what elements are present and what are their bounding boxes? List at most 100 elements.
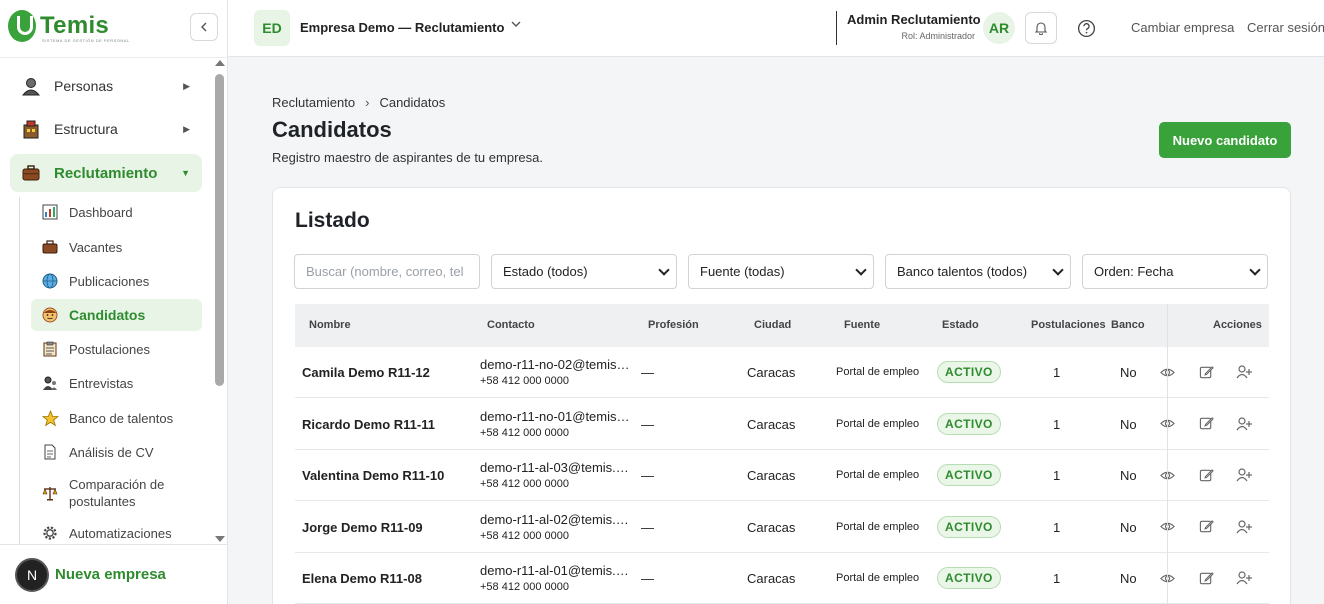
candidate-city: Caracas — [747, 416, 796, 432]
sidebar-item-label: Personas — [54, 78, 114, 94]
logout-link[interactable]: Cerrar sesión — [1247, 20, 1324, 35]
table-row[interactable]: Jorge Demo R11-09 demo-r11-al-02@temis.de… — [295, 502, 1269, 553]
sidebar-sub-entrevistas[interactable]: Entrevistas — [31, 367, 202, 399]
candidate-name[interactable]: Valentina Demo R11-10 — [302, 468, 444, 483]
column-header-nombre[interactable]: Nombre — [309, 319, 351, 331]
person-icon — [20, 75, 42, 97]
caret-right-icon: ▶ — [183, 123, 190, 134]
talent-bank-filter-select[interactable]: Banco talentos (todos) — [885, 254, 1071, 289]
candidate-city: Caracas — [747, 519, 796, 535]
company-badge[interactable]: ED — [254, 10, 290, 46]
breadcrumb: Reclutamiento › Candidatos — [272, 95, 445, 110]
briefcase-icon — [41, 238, 59, 256]
scroll-down-icon[interactable] — [215, 536, 225, 542]
bell-icon — [1034, 22, 1048, 35]
sidebar-sub-publicaciones[interactable]: Publicaciones — [31, 265, 202, 297]
search-input[interactable]: Buscar (nombre, correo, tel — [294, 254, 480, 289]
scrollbar-thumb[interactable] — [215, 74, 224, 386]
add-to-talent-bank-icon[interactable] — [1236, 570, 1252, 586]
edit-icon[interactable] — [1198, 467, 1214, 483]
briefcase-icon — [20, 162, 42, 184]
interview-icon — [41, 374, 59, 392]
edit-icon[interactable] — [1198, 570, 1214, 586]
candidate-source: Portal de empleo — [836, 469, 920, 481]
sidebar-footer: N Nueva empresa — [0, 544, 228, 604]
sidebar-item-estructura[interactable]: Estructura ▶ — [10, 110, 202, 148]
chevron-down-icon[interactable] — [510, 18, 522, 33]
sidebar-scrollbar[interactable] — [214, 60, 226, 542]
avatar[interactable]: N — [15, 557, 49, 592]
candidate-name[interactable]: Jorge Demo R11-09 — [302, 520, 423, 535]
column-header-banco[interactable]: Banco — [1111, 319, 1145, 331]
clipboard-icon — [41, 340, 59, 358]
help-circle-icon — [1077, 19, 1095, 37]
add-to-talent-bank-icon[interactable] — [1236, 416, 1252, 432]
gear-icon — [41, 524, 59, 542]
column-header-contacto[interactable]: Contacto — [487, 319, 535, 331]
notifications-button[interactable] — [1025, 12, 1057, 44]
new-candidate-button[interactable]: Nuevo candidato — [1159, 122, 1291, 158]
sidebar-item-personas[interactable]: Personas ▶ — [10, 67, 202, 105]
column-header-fuente[interactable]: Fuente — [844, 319, 880, 331]
page-title: Candidatos — [272, 117, 392, 142]
scale-icon — [41, 484, 59, 502]
order-select[interactable]: Orden: Fecha — [1082, 254, 1268, 289]
chevron-down-icon — [1052, 264, 1064, 276]
candidate-phone: +58 412 000 0000 — [480, 426, 570, 439]
top-header: ED Empresa Demo — Reclutamiento Admin Re… — [228, 0, 1324, 57]
add-to-talent-bank-icon[interactable] — [1236, 519, 1252, 535]
edit-icon[interactable] — [1198, 519, 1214, 535]
column-header-ciudad[interactable]: Ciudad — [754, 319, 791, 331]
user-avatar[interactable]: AR — [983, 12, 1015, 44]
sidebar-sub-label: Automatizaciones — [69, 525, 172, 541]
edit-icon[interactable] — [1198, 364, 1214, 380]
add-to-talent-bank-icon[interactable] — [1236, 364, 1252, 380]
select-value: Fuente (todas) — [700, 264, 785, 279]
help-button[interactable] — [1074, 16, 1098, 40]
edit-icon[interactable] — [1198, 416, 1214, 432]
user-name: Admin Reclutamiento — [847, 12, 981, 27]
collapse-sidebar-button[interactable] — [190, 13, 218, 41]
scroll-up-icon[interactable] — [215, 60, 225, 66]
table-row[interactable]: Valentina Demo R11-10 demo-r11-al-03@temi… — [295, 450, 1269, 501]
company-selector[interactable]: Empresa Demo — Reclutamiento — [300, 20, 504, 35]
face-icon — [41, 306, 59, 324]
sidebar-sub-postulaciones[interactable]: Postulaciones — [31, 333, 202, 365]
sidebar-sub-dashboard[interactable]: Dashboard — [31, 196, 202, 228]
sidebar-sub-analisis-cv[interactable]: Análisis de CV — [31, 436, 202, 468]
globe-icon — [41, 272, 59, 290]
candidate-name[interactable]: Elena Demo R11-08 — [302, 571, 422, 586]
sidebar-item-reclutamiento[interactable]: Reclutamiento ▼ — [10, 154, 202, 192]
sidebar-sub-candidatos[interactable]: Candidatos — [31, 299, 202, 331]
candidate-phone: +58 412 000 0000 — [480, 529, 570, 542]
table-row[interactable]: Ricardo Demo R11-11 demo-r11-no-01@temis.… — [295, 399, 1269, 450]
column-header-postulaciones[interactable]: Postulaciones — [1031, 319, 1106, 331]
sidebar-sub-vacantes[interactable]: Vacantes — [31, 231, 202, 263]
table-row[interactable]: Camila Demo R11-12 demo-r11-no-02@temis.d… — [295, 347, 1269, 398]
column-header-profesion[interactable]: Profesión — [648, 319, 699, 331]
candidates-card: Listado Buscar (nombre, correo, tel Esta… — [272, 187, 1291, 604]
breadcrumb-item[interactable]: Reclutamiento — [272, 95, 355, 110]
candidate-email: demo-r11-al-03@temis.demo — [480, 460, 630, 475]
column-header-estado[interactable]: Estado — [942, 319, 979, 331]
status-filter-select[interactable]: Estado (todos) — [491, 254, 677, 289]
table-row[interactable]: Elena Demo R11-08 demo-r11-al-01@temis.de… — [295, 553, 1269, 604]
sidebar-sub-banco-talentos[interactable]: Banco de talentos — [31, 402, 202, 434]
document-icon — [41, 443, 59, 461]
candidate-name[interactable]: Ricardo Demo R11-11 — [302, 417, 435, 432]
submenu-guide — [19, 197, 20, 545]
sidebar-sub-label: Entrevistas — [69, 375, 134, 391]
new-company-link[interactable]: Nueva empresa — [55, 566, 166, 583]
caret-down-icon: ▼ — [181, 168, 190, 178]
chart-icon — [41, 203, 59, 221]
add-to-talent-bank-icon[interactable] — [1236, 467, 1252, 483]
sidebar-sub-label: Dashboard — [69, 204, 133, 220]
sidebar-sub-comparacion[interactable]: Comparación de postulantes — [31, 473, 202, 513]
candidate-name[interactable]: Camila Demo R11-12 — [302, 365, 430, 380]
change-company-link[interactable]: Cambiar empresa — [1131, 20, 1234, 35]
candidate-city: Caracas — [747, 468, 796, 483]
user-role: Rol: Administrador — [901, 31, 975, 41]
candidate-profession: — — [641, 416, 654, 432]
candidate-applications: 1 — [1053, 519, 1061, 535]
source-filter-select[interactable]: Fuente (todas) — [688, 254, 874, 289]
